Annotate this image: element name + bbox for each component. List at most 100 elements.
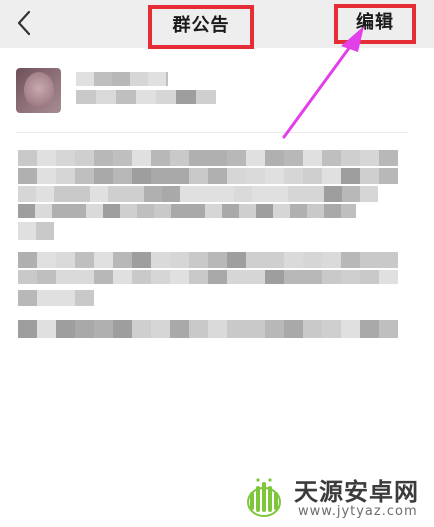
- mosaic-cell: [166, 72, 168, 86]
- avatar[interactable]: [16, 68, 61, 113]
- edit-button[interactable]: 编辑: [334, 4, 416, 44]
- watermark-url: www.jytyaz.com: [298, 504, 418, 519]
- mosaic-cell: [130, 72, 148, 86]
- mosaic-cell: [37, 290, 56, 306]
- mosaic-cell: [303, 270, 322, 284]
- mosaic-cell: [265, 252, 284, 268]
- mosaic-cell: [54, 186, 72, 202]
- mosaic-cell: [75, 270, 94, 284]
- mosaic-cell: [76, 90, 96, 104]
- mosaic-cell: [56, 320, 75, 338]
- mosaic-cell: [18, 270, 37, 284]
- mosaic-cell: [18, 290, 37, 306]
- mosaic-cell: [189, 252, 208, 268]
- mosaic-cell: [227, 252, 246, 268]
- mosaic-cell: [170, 168, 189, 184]
- mosaic-cell: [227, 320, 246, 338]
- title-highlight-box: 群公告: [148, 5, 254, 49]
- mosaic-cell: [96, 90, 116, 104]
- avatar-face: [24, 72, 54, 108]
- mosaic-cell: [56, 168, 75, 184]
- android-logo-icon: [247, 478, 281, 517]
- mosaic-cell: [227, 150, 246, 166]
- divider: [16, 132, 408, 133]
- mosaic-cell: [151, 252, 170, 268]
- mosaic-cell: [176, 90, 196, 104]
- mosaic-cell: [154, 204, 171, 218]
- mosaic-cell: [94, 168, 113, 184]
- mosaic-cell: [303, 252, 322, 268]
- mosaic-cell: [18, 252, 37, 268]
- mosaic-cell: [170, 252, 189, 268]
- mosaic-cell: [18, 204, 35, 218]
- mosaic-cell: [198, 186, 216, 202]
- edit-button-label: 编辑: [356, 12, 394, 33]
- mosaic-cell: [170, 150, 189, 166]
- page-title: 群公告: [172, 15, 230, 36]
- mosaic-cell: [284, 252, 303, 268]
- mosaic-cell: [216, 186, 234, 202]
- mosaic-cell: [322, 252, 341, 268]
- mosaic-cell: [132, 320, 151, 338]
- mosaic-cell: [284, 168, 303, 184]
- mosaic-cell: [360, 150, 379, 166]
- mosaic-cell: [75, 320, 94, 338]
- mosaic-cell: [151, 270, 170, 284]
- mosaic-cell: [322, 270, 341, 284]
- mosaic-cell: [379, 270, 398, 284]
- mosaic-cell: [324, 186, 342, 202]
- mosaic-cell: [132, 150, 151, 166]
- mosaic-cell: [94, 320, 113, 338]
- mosaic-cell: [342, 186, 360, 202]
- mosaic-cell: [56, 252, 75, 268]
- mosaic-cell: [270, 186, 288, 202]
- mosaic-cell: [116, 90, 136, 104]
- mosaic-cell: [170, 320, 189, 338]
- mosaic-cell: [265, 320, 284, 338]
- mosaic-cell: [196, 90, 216, 104]
- mosaic-cell: [265, 270, 284, 284]
- mosaic-cell: [379, 252, 398, 268]
- mosaic-cell: [148, 72, 166, 86]
- mosaic-cell: [189, 320, 208, 338]
- mosaic-cell: [132, 270, 151, 284]
- mosaic-cell: [18, 168, 37, 184]
- mosaic-cell: [324, 204, 341, 218]
- mosaic-cell: [341, 320, 360, 338]
- mosaic-cell: [94, 72, 112, 86]
- mosaic-cell: [322, 168, 341, 184]
- mosaic-cell: [303, 320, 322, 338]
- mosaic-cell: [265, 168, 284, 184]
- mosaic-cell: [136, 90, 156, 104]
- mosaic-cell: [72, 186, 90, 202]
- mosaic-cell: [103, 204, 120, 218]
- mosaic-cell: [120, 204, 137, 218]
- mosaic-cell: [108, 186, 126, 202]
- mosaic-cell: [303, 150, 322, 166]
- mosaic-cell: [290, 204, 307, 218]
- mosaic-cell: [126, 186, 144, 202]
- mosaic-cell: [189, 168, 208, 184]
- mosaic-cell: [252, 186, 270, 202]
- mosaic-cell: [132, 168, 151, 184]
- mosaic-cell: [171, 204, 188, 218]
- mosaic-cell: [94, 150, 113, 166]
- mosaic-cell: [246, 252, 265, 268]
- mosaic-cell: [36, 186, 54, 202]
- back-button[interactable]: [10, 8, 38, 38]
- mosaic-cell: [322, 320, 341, 338]
- mosaic-cell: [94, 252, 113, 268]
- mosaic-cell: [379, 320, 398, 338]
- mosaic-cell: [246, 320, 265, 338]
- chevron-left-icon: [17, 10, 31, 36]
- mosaic-cell: [56, 270, 75, 284]
- mosaic-cell: [246, 168, 265, 184]
- mosaic-cell: [75, 150, 94, 166]
- mosaic-cell: [239, 204, 256, 218]
- mosaic-cell: [227, 270, 246, 284]
- mosaic-cell: [113, 168, 132, 184]
- mosaic-cell: [75, 290, 94, 306]
- mosaic-cell: [37, 168, 56, 184]
- mosaic-cell: [208, 270, 227, 284]
- mosaic-cell: [341, 204, 356, 218]
